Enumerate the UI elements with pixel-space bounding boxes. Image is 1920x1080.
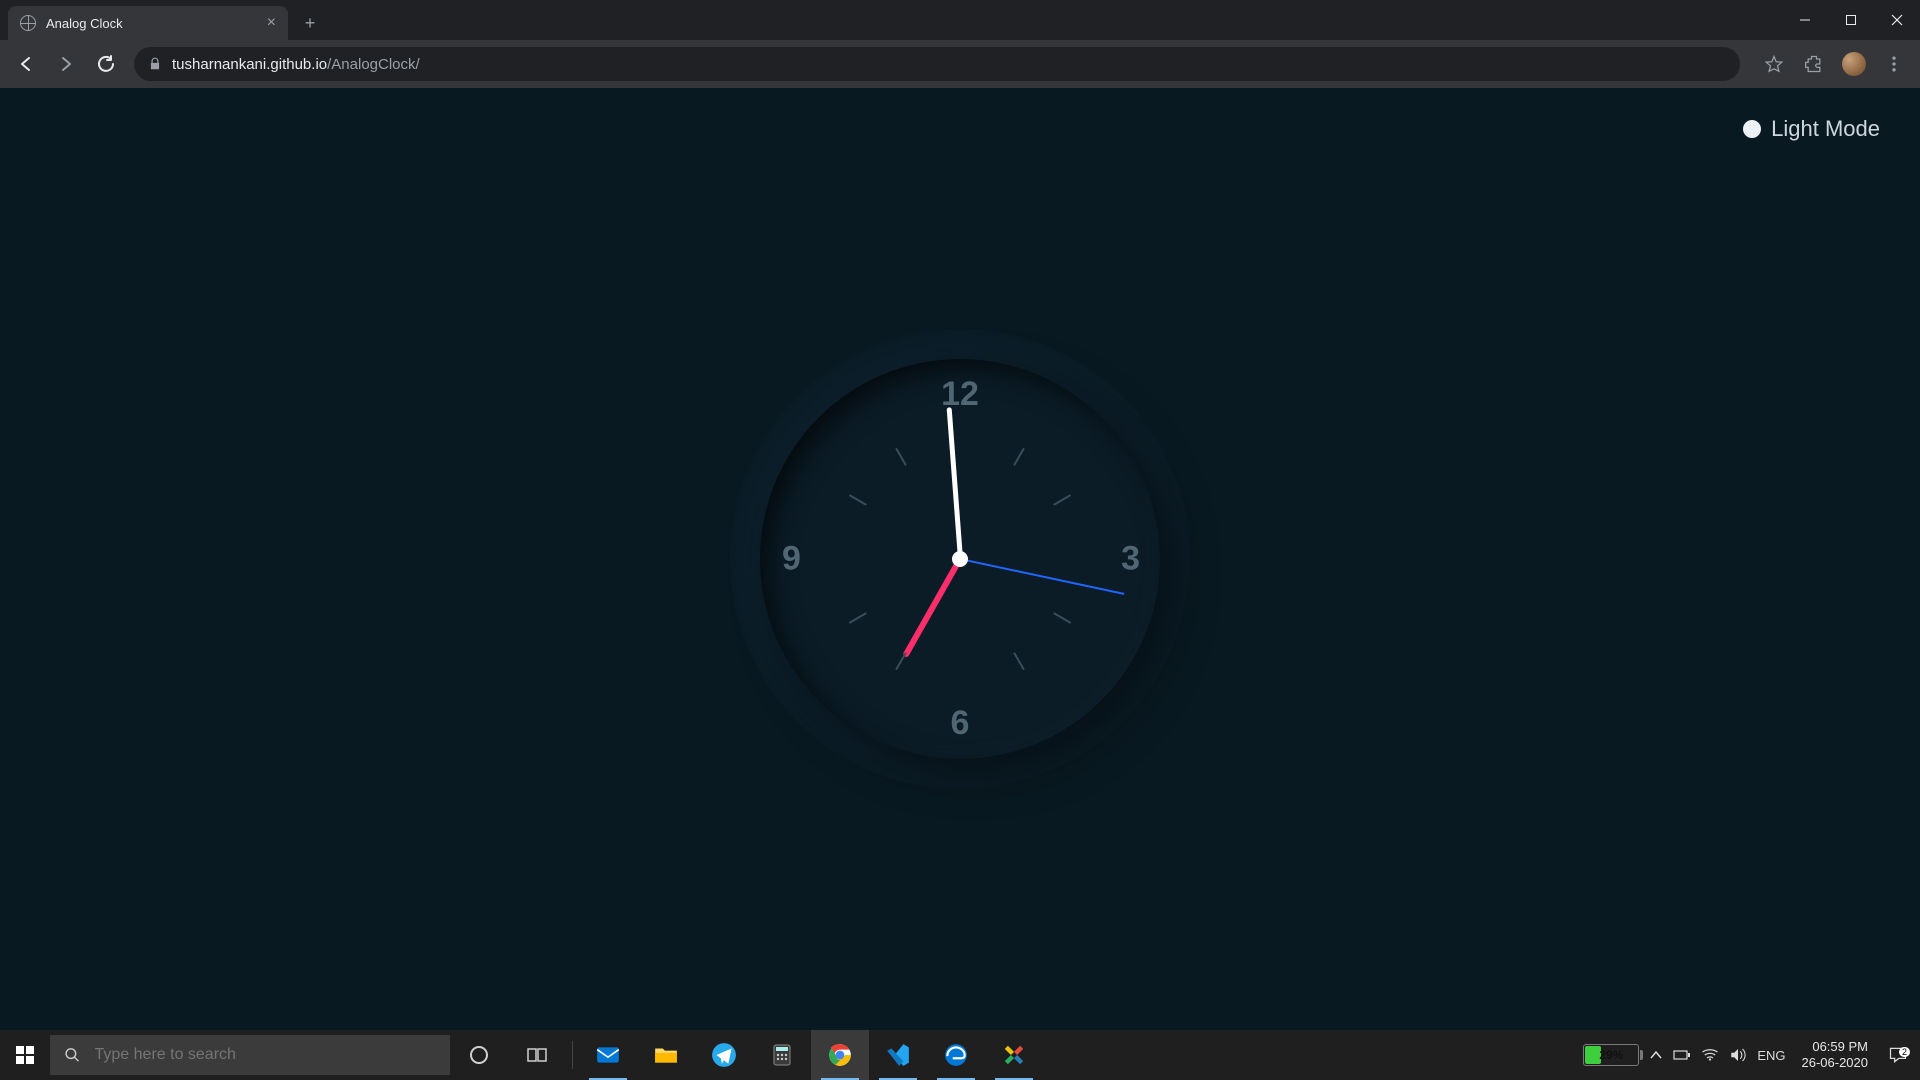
browser-titlebar: Analog Clock × + [0, 0, 1920, 40]
windows-logo-icon [16, 1046, 34, 1064]
battery-indicator[interactable]: 29% [1583, 1044, 1639, 1066]
window-maximize-button[interactable] [1828, 0, 1874, 40]
taskbar-clock[interactable]: 06:59 PM 26-06-2020 [1796, 1039, 1875, 1070]
avatar-icon [1842, 52, 1866, 76]
clock-tick [959, 559, 1029, 678]
taskbar-date: 26-06-2020 [1802, 1055, 1869, 1071]
language-indicator[interactable]: ENG [1757, 1048, 1785, 1063]
taskbar-time: 06:59 PM [1802, 1039, 1869, 1055]
back-button[interactable] [8, 46, 44, 82]
theme-toggle[interactable]: Light Mode [1743, 116, 1880, 142]
window-controls [1782, 0, 1920, 40]
reload-button[interactable] [88, 46, 124, 82]
clock-center-pin [952, 551, 968, 567]
tab-close-icon[interactable]: × [267, 15, 276, 31]
tray-power-icon[interactable] [1673, 1048, 1691, 1062]
edge-icon[interactable] [927, 1030, 985, 1080]
tab-title: Analog Clock [46, 16, 123, 31]
page-viewport: Light Mode 12 3 6 9 [0, 88, 1920, 1030]
clock-numeral-3: 3 [1121, 540, 1140, 579]
browser-tab[interactable]: Analog Clock × [8, 6, 288, 40]
taskbar-search-input[interactable] [95, 1046, 436, 1064]
system-tray: 29% ENG 06:59 PM 26-06-2020 2 [1575, 1030, 1920, 1080]
clock-tick [842, 490, 961, 560]
theme-toggle-label: Light Mode [1771, 116, 1880, 142]
chrome-icon[interactable] [811, 1030, 869, 1080]
chrome-menu-button[interactable] [1876, 46, 1912, 82]
file-explorer-icon[interactable] [637, 1030, 695, 1080]
lock-icon [148, 57, 162, 71]
window-minimize-button[interactable] [1782, 0, 1828, 40]
url-path: /AnalogClock/ [327, 56, 420, 73]
forward-button[interactable] [48, 46, 84, 82]
telegram-icon[interactable] [695, 1030, 753, 1080]
clock-second-hand [960, 558, 1125, 595]
clock-face: 12 3 6 9 [760, 359, 1160, 759]
notification-count: 2 [1899, 1047, 1910, 1057]
browser-toolbar: tusharnankani.github.io/AnalogClock/ [0, 40, 1920, 88]
analog-clock: 12 3 6 9 [730, 329, 1190, 789]
mail-app-icon[interactable] [579, 1030, 637, 1080]
address-bar[interactable]: tusharnankani.github.io/AnalogClock/ [134, 47, 1740, 81]
taskbar-divider [572, 1041, 573, 1069]
start-button[interactable] [0, 1030, 50, 1080]
globe-icon [20, 15, 36, 31]
new-tab-button[interactable]: + [296, 9, 324, 37]
profile-avatar[interactable] [1836, 46, 1872, 82]
windows-taskbar: 29% ENG 06:59 PM 26-06-2020 2 [0, 1030, 1920, 1080]
task-view-icon[interactable] [508, 1030, 566, 1080]
calculator-icon[interactable] [753, 1030, 811, 1080]
bookmark-star-icon[interactable] [1756, 46, 1792, 82]
volume-icon[interactable] [1729, 1047, 1747, 1063]
app-generic-icon[interactable] [985, 1030, 1043, 1080]
clock-numeral-9: 9 [782, 540, 801, 579]
battery-percent: 29% [1599, 1048, 1623, 1062]
clock-tick [959, 441, 1029, 560]
action-center-icon[interactable]: 2 [1884, 1045, 1912, 1065]
tray-chevron-up-icon[interactable] [1649, 1048, 1663, 1062]
taskbar-pinned-apps [450, 1030, 1043, 1080]
clock-tick [960, 558, 1079, 628]
window-close-button[interactable] [1874, 0, 1920, 40]
extensions-icon[interactable] [1796, 46, 1832, 82]
url-host: tusharnankani.github.io [172, 56, 327, 73]
clock-numeral-6: 6 [951, 704, 970, 743]
light-mode-dot-icon [1743, 120, 1761, 138]
taskbar-search[interactable] [50, 1035, 450, 1075]
cortana-icon[interactable] [450, 1030, 508, 1080]
search-icon [64, 1046, 81, 1064]
wifi-icon[interactable] [1701, 1048, 1719, 1062]
vscode-icon[interactable] [869, 1030, 927, 1080]
